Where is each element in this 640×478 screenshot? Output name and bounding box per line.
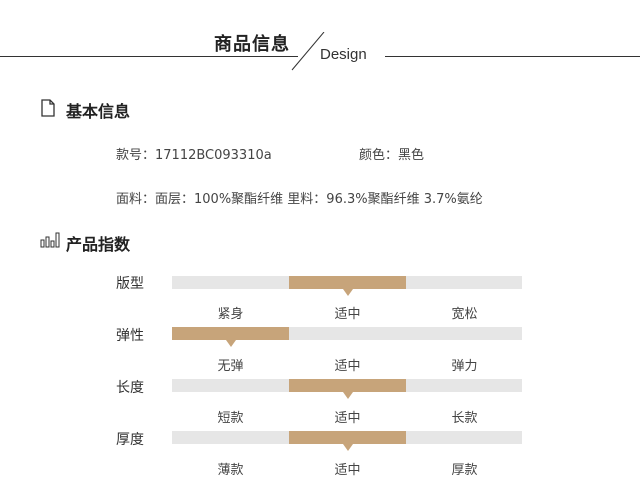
attribute-selected-segment [289,431,406,444]
attribute-option: 适中 [334,411,361,426]
product-index-title: 产品指数 [66,235,131,254]
header-left-rule [0,56,298,57]
section-header-title: 商品信息 [214,34,290,55]
attribute-option: 短款 [217,411,244,426]
attribute-selected-segment [289,379,406,392]
attribute-scale [172,327,522,347]
attribute-selected-segment [172,327,289,340]
attribute-option: 薄款 [217,463,244,478]
attribute-label: 弹性 [116,328,144,344]
section-header-subtitle: Design [320,46,367,63]
attribute-option: 弹力 [451,359,478,374]
attribute-label: 厚度 [116,432,144,448]
basic-info-title: 基本信息 [66,102,131,121]
selection-pointer [342,289,353,296]
attribute-option: 长款 [451,411,478,426]
item-number: 款号：17112BC093310a [116,148,272,163]
document-icon [41,99,55,117]
attribute-option: 适中 [334,463,361,478]
attribute-option: 无弹 [217,359,244,374]
bar-chart-icon [40,232,60,248]
attribute-option: 紧身 [217,307,244,322]
attribute-scale [172,276,522,296]
material-value: 面料：面层：100%聚酯纤维 里料：96.3%聚酯纤维 3.7%氨纶 [116,192,483,207]
color-value: 颜色：黑色 [359,148,425,163]
attribute-option: 厚款 [451,463,478,478]
attribute-option: 宽松 [451,307,478,322]
attribute-selected-segment [289,276,406,289]
selection-pointer [225,340,236,347]
attribute-scale [172,431,522,451]
selection-pointer [342,392,353,399]
selection-pointer [342,444,353,451]
attribute-option: 适中 [334,307,361,322]
header-right-rule [385,56,640,57]
attribute-label: 长度 [116,380,144,396]
attribute-label: 版型 [116,276,144,292]
attribute-option: 适中 [334,359,361,374]
attribute-scale [172,379,522,399]
